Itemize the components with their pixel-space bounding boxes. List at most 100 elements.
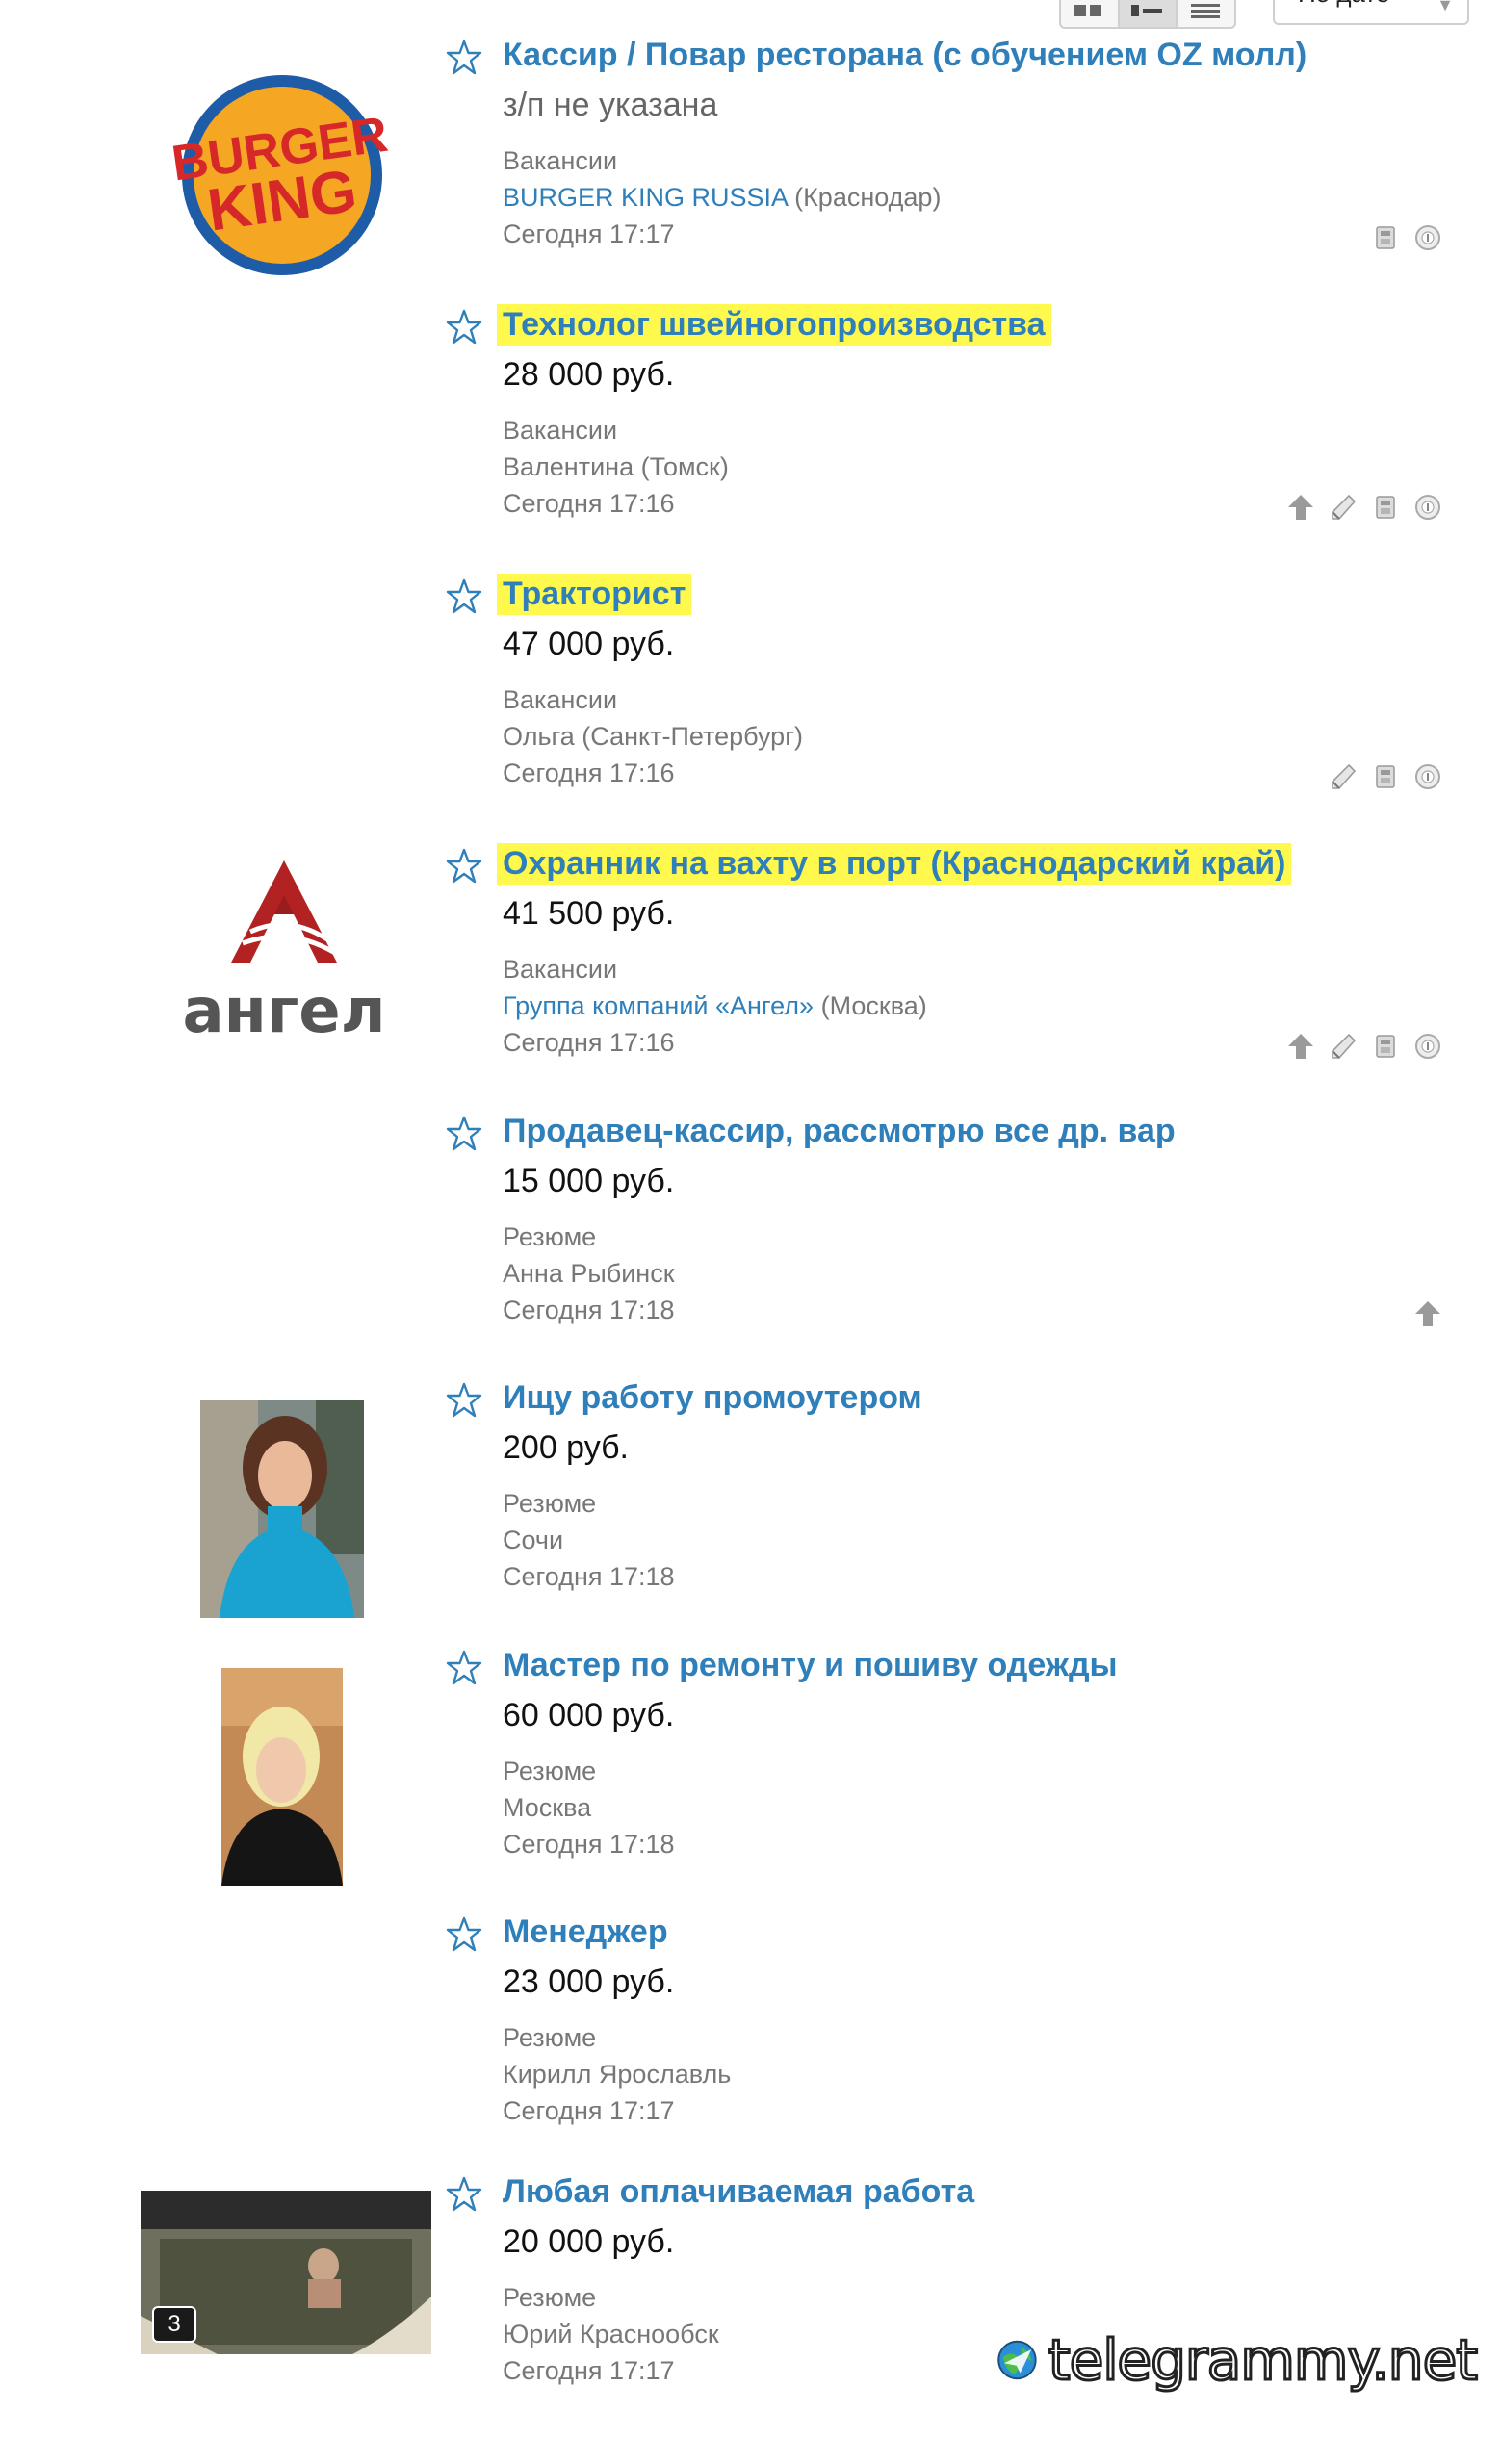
listing-date: Сегодня 17:16 bbox=[503, 1028, 675, 1057]
compact-view-icon bbox=[1190, 4, 1220, 18]
author-city: (Москва) bbox=[814, 991, 927, 1020]
angel-logo[interactable]: ангел bbox=[173, 847, 395, 1049]
burger-king-logo[interactable]: BURGER KING bbox=[171, 52, 393, 289]
chevron-down-icon: ▼ bbox=[1436, 0, 1454, 14]
listing-actions bbox=[1285, 1030, 1443, 1063]
listing-date: Сегодня 17:16 bbox=[503, 758, 675, 787]
listing-author: Кирилл Ярославль bbox=[503, 2060, 732, 2089]
listing-actions bbox=[1328, 760, 1443, 793]
print-icon[interactable] bbox=[1370, 222, 1401, 253]
watermark: telegrammy.net bbox=[996, 2322, 1480, 2399]
listing-author: Анна Рыбинск bbox=[503, 1259, 675, 1288]
favorite-star-icon[interactable] bbox=[445, 578, 483, 616]
globe-icon bbox=[997, 2340, 1037, 2380]
listing-title[interactable]: Мастер по ремонту и пошиву одежды bbox=[497, 1645, 1124, 1686]
listing-title[interactable]: Любая оплачиваемая работа bbox=[497, 2171, 980, 2213]
listing-item: Ищу работу промоутером 200 руб. Резюме С… bbox=[0, 1372, 1501, 1637]
listing-title[interactable]: Технолог швейногопроизводства bbox=[497, 304, 1051, 346]
favorite-star-icon[interactable] bbox=[445, 1649, 483, 1687]
listing-title[interactable]: Кассир / Повар ресторана (с обучением OZ… bbox=[497, 35, 1312, 76]
info-icon[interactable] bbox=[1412, 492, 1443, 523]
listing-category: Резюме bbox=[503, 1489, 597, 1518]
listing-title[interactable]: Тракторист bbox=[497, 574, 692, 615]
listing-category: Вакансии bbox=[503, 416, 618, 445]
listing-date: Сегодня 17:17 bbox=[503, 2096, 675, 2125]
listing-category: Резюме bbox=[503, 2023, 597, 2052]
listing-author: BURGER KING RUSSIA (Краснодар) bbox=[503, 183, 941, 213]
listing-author: Валентина (Томск) bbox=[503, 452, 729, 481]
pen-icon[interactable] bbox=[1328, 1031, 1359, 1062]
favorite-star-icon[interactable] bbox=[445, 1915, 483, 1954]
listing-author: Юрий Краснообск bbox=[503, 2320, 719, 2348]
info-icon[interactable] bbox=[1412, 1031, 1443, 1062]
listing-price: з/п не указана bbox=[503, 87, 718, 123]
listing-item: Менеджер 23 000 руб. Резюме Кирилл Яросл… bbox=[0, 1906, 1501, 2171]
print-icon[interactable] bbox=[1370, 761, 1401, 792]
listing-category: Резюме bbox=[503, 1757, 597, 1785]
listing-item: Технолог швейногопроизводства 28 000 руб… bbox=[0, 298, 1501, 564]
listing-author: Группа компаний «Ангел» (Москва) bbox=[503, 991, 927, 1021]
listing-author: Сочи bbox=[503, 1526, 564, 1554]
listing-author: Москва bbox=[503, 1793, 592, 1822]
favorite-star-icon[interactable] bbox=[445, 1115, 483, 1153]
up-arrow-icon[interactable] bbox=[1285, 492, 1316, 523]
company-link[interactable]: BURGER KING RUSSIA bbox=[503, 183, 788, 212]
sort-select-value: По дате bbox=[1298, 0, 1390, 8]
watermark-text: telegrammy.net bbox=[1047, 2326, 1479, 2395]
sort-select[interactable]: По дате ▼ bbox=[1273, 0, 1469, 25]
info-icon[interactable] bbox=[1412, 761, 1443, 792]
listing-price: 47 000 руб. bbox=[503, 626, 675, 662]
listing-price: 23 000 руб. bbox=[503, 1964, 675, 2000]
favorite-star-icon[interactable] bbox=[445, 1381, 483, 1420]
up-arrow-icon[interactable] bbox=[1412, 1298, 1443, 1329]
listing-title[interactable]: Охранник на вахту в порт (Краснодарский … bbox=[497, 843, 1292, 885]
listing-title[interactable]: Продавец-кассир, рассмотрю все др. вар bbox=[497, 1111, 1181, 1152]
grid-view-icon bbox=[1074, 5, 1102, 16]
listing-item: ангел Охранник на вахту в порт (Краснода… bbox=[0, 837, 1501, 1103]
listing-date: Сегодня 17:16 bbox=[503, 489, 675, 518]
listing-date: Сегодня 17:18 bbox=[503, 1296, 675, 1324]
info-icon[interactable] bbox=[1412, 222, 1443, 253]
listing-price: 28 000 руб. bbox=[503, 356, 675, 393]
photo-woman-blue[interactable] bbox=[200, 1400, 364, 1618]
list-view-icon bbox=[1131, 5, 1162, 16]
listing-title[interactable]: Ищу работу промоутером bbox=[497, 1377, 928, 1419]
listing-date: Сегодня 17:18 bbox=[503, 1830, 675, 1859]
listing-category: Резюме bbox=[503, 1222, 597, 1251]
listing-title[interactable]: Менеджер bbox=[497, 1912, 674, 1953]
listing-category: Резюме bbox=[503, 2283, 597, 2312]
listing-date: Сегодня 17:17 bbox=[503, 219, 675, 248]
angel-logo-text: ангел bbox=[182, 976, 385, 1047]
pen-icon[interactable] bbox=[1328, 492, 1359, 523]
company-link[interactable]: Группа компаний «Ангел» bbox=[503, 991, 814, 1020]
listing-price: 20 000 руб. bbox=[503, 2223, 675, 2260]
listing-price: 15 000 руб. bbox=[503, 1163, 675, 1199]
listing-category: Вакансии bbox=[503, 146, 618, 175]
photo-count-badge: 3 bbox=[152, 2306, 196, 2343]
listing-price: 60 000 руб. bbox=[503, 1697, 675, 1733]
compact-view-button[interactable] bbox=[1178, 0, 1234, 27]
photo-ice-swim[interactable]: 3 bbox=[141, 2191, 431, 2354]
print-icon[interactable] bbox=[1370, 1031, 1401, 1062]
favorite-star-icon[interactable] bbox=[445, 38, 483, 77]
listing-item: Тракторист 47 000 руб. Вакансии Ольга (С… bbox=[0, 568, 1501, 834]
view-toggle bbox=[1059, 0, 1236, 29]
listing-date: Сегодня 17:18 bbox=[503, 1562, 675, 1591]
favorite-star-icon[interactable] bbox=[445, 308, 483, 346]
listing-actions bbox=[1370, 221, 1443, 254]
pen-icon[interactable] bbox=[1328, 761, 1359, 792]
listing-date: Сегодня 17:17 bbox=[503, 2356, 675, 2385]
listing-category: Вакансии bbox=[503, 955, 618, 984]
favorite-star-icon[interactable] bbox=[445, 2175, 483, 2214]
listing-item: Продавец-кассир, рассмотрю все др. вар 1… bbox=[0, 1105, 1501, 1371]
listing-price: 41 500 руб. bbox=[503, 895, 675, 932]
grid-view-button[interactable] bbox=[1061, 0, 1120, 27]
listing-category: Вакансии bbox=[503, 685, 618, 714]
author-city: (Краснодар) bbox=[787, 183, 942, 212]
up-arrow-icon[interactable] bbox=[1285, 1031, 1316, 1062]
photo-woman-blonde[interactable] bbox=[221, 1668, 343, 1886]
favorite-star-icon[interactable] bbox=[445, 847, 483, 886]
print-icon[interactable] bbox=[1370, 492, 1401, 523]
listing-actions bbox=[1412, 1297, 1443, 1330]
list-view-button[interactable] bbox=[1119, 0, 1178, 27]
